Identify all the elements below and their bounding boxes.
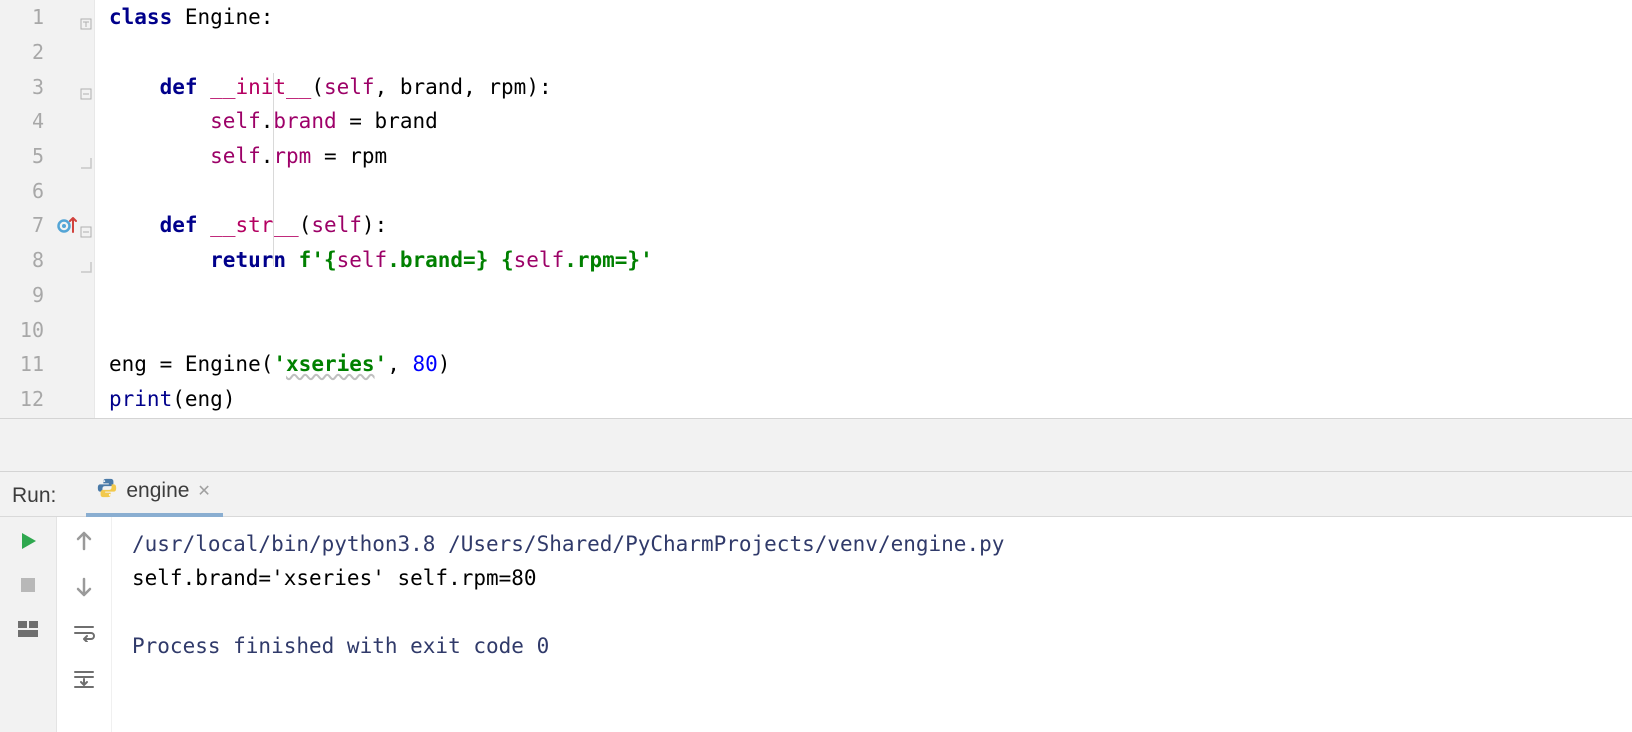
code-line-11[interactable]: eng = Engine('xseries', 80) bbox=[109, 347, 1632, 382]
console-exit-message: Process finished with exit code 0 bbox=[132, 629, 1612, 663]
code-line-10[interactable] bbox=[109, 312, 1632, 347]
line-number: 7 bbox=[32, 213, 44, 237]
run-panel-body: /usr/local/bin/python3.8 /Users/Shared/P… bbox=[0, 517, 1632, 732]
line-number: 8 bbox=[32, 248, 44, 272]
method-init: __init__ bbox=[210, 75, 311, 99]
console-output[interactable]: /usr/local/bin/python3.8 /Users/Shared/P… bbox=[112, 517, 1632, 732]
run-navbar bbox=[57, 517, 112, 732]
builtin-print: print bbox=[109, 387, 172, 411]
python-file-icon bbox=[96, 477, 118, 505]
override-marker-icon[interactable] bbox=[56, 214, 78, 236]
gutter-line-1: 1 bbox=[0, 0, 94, 35]
line-number: 2 bbox=[32, 40, 44, 64]
stop-button[interactable] bbox=[14, 571, 42, 599]
line-number: 11 bbox=[20, 352, 44, 376]
fold-end-icon[interactable] bbox=[80, 254, 92, 266]
code-line-9[interactable] bbox=[109, 278, 1632, 313]
line-number: 9 bbox=[32, 283, 44, 307]
keyword-def: def bbox=[160, 75, 198, 99]
soft-wrap-button[interactable] bbox=[70, 619, 98, 647]
code-line-5[interactable]: self.rpm = rpm bbox=[109, 139, 1632, 174]
method-str: __str__ bbox=[210, 213, 299, 237]
console-blank bbox=[132, 595, 1612, 629]
line-number: 4 bbox=[32, 109, 44, 133]
gutter-line-3: 3 bbox=[0, 69, 94, 104]
line-number: 10 bbox=[20, 318, 44, 342]
scroll-to-end-button[interactable] bbox=[70, 665, 98, 693]
code-line-7[interactable]: def __str__(self): bbox=[109, 208, 1632, 243]
gutter-line-7: 7 bbox=[0, 208, 94, 243]
keyword-return: return bbox=[210, 248, 286, 272]
run-button[interactable] bbox=[14, 527, 42, 555]
fold-icon[interactable] bbox=[80, 11, 92, 23]
run-tab-engine[interactable]: engine ✕ bbox=[86, 471, 222, 517]
code-line-3[interactable]: def __init__(self, brand, rpm): bbox=[109, 69, 1632, 104]
string-typo: xseries bbox=[286, 352, 375, 376]
line-number: 6 bbox=[32, 179, 44, 203]
code-line-1[interactable]: class Engine: bbox=[109, 0, 1632, 35]
gutter-line-2: 2 bbox=[0, 35, 94, 70]
console-stdout: self.brand='xseries' self.rpm=80 bbox=[132, 561, 1612, 595]
console-command: /usr/local/bin/python3.8 /Users/Shared/P… bbox=[132, 527, 1612, 561]
editor-content[interactable]: class Engine: def __init__(self, brand, … bbox=[95, 0, 1632, 418]
line-number: 3 bbox=[32, 75, 44, 99]
indent-guide bbox=[273, 73, 274, 266]
class-name: Engine bbox=[185, 5, 261, 29]
gutter-line-8: 8 bbox=[0, 243, 94, 278]
code-line-4[interactable]: self.brand = brand bbox=[109, 104, 1632, 139]
fold-end-icon[interactable] bbox=[80, 150, 92, 162]
line-number: 12 bbox=[20, 387, 44, 411]
run-sidebar bbox=[0, 517, 57, 732]
gutter-line-12: 12 bbox=[0, 382, 94, 417]
gutter: 1 2 3 4 5 6 7 8 bbox=[0, 0, 95, 418]
fold-icon[interactable] bbox=[80, 81, 92, 93]
line-number: 1 bbox=[32, 5, 44, 29]
gutter-line-5: 5 bbox=[0, 139, 94, 174]
code-line-8[interactable]: return f'{self.brand=} {self.rpm=}' bbox=[109, 243, 1632, 278]
scroll-down-button[interactable] bbox=[70, 573, 98, 601]
number-literal: 80 bbox=[413, 352, 438, 376]
gutter-line-6: 6 bbox=[0, 173, 94, 208]
code-line-12[interactable]: print(eng) bbox=[109, 382, 1632, 417]
run-tab-label: engine bbox=[126, 479, 189, 503]
gutter-line-9: 9 bbox=[0, 278, 94, 313]
fold-icon[interactable] bbox=[80, 219, 92, 231]
code-line-2[interactable] bbox=[109, 35, 1632, 70]
line-number: 5 bbox=[32, 144, 44, 168]
gutter-line-10: 10 bbox=[0, 312, 94, 347]
keyword-def: def bbox=[160, 213, 198, 237]
gutter-line-4: 4 bbox=[0, 104, 94, 139]
scroll-up-button[interactable] bbox=[70, 527, 98, 555]
panel-splitter[interactable] bbox=[0, 418, 1632, 472]
code-editor[interactable]: 1 2 3 4 5 6 7 8 bbox=[0, 0, 1632, 418]
run-panel-title: Run: bbox=[12, 484, 86, 516]
close-icon[interactable]: ✕ bbox=[197, 481, 210, 501]
layout-button[interactable] bbox=[14, 615, 42, 643]
code-line-6[interactable] bbox=[109, 173, 1632, 208]
keyword-class: class bbox=[109, 5, 172, 29]
run-panel-header: Run: engine ✕ bbox=[0, 472, 1632, 517]
gutter-line-11: 11 bbox=[0, 347, 94, 382]
